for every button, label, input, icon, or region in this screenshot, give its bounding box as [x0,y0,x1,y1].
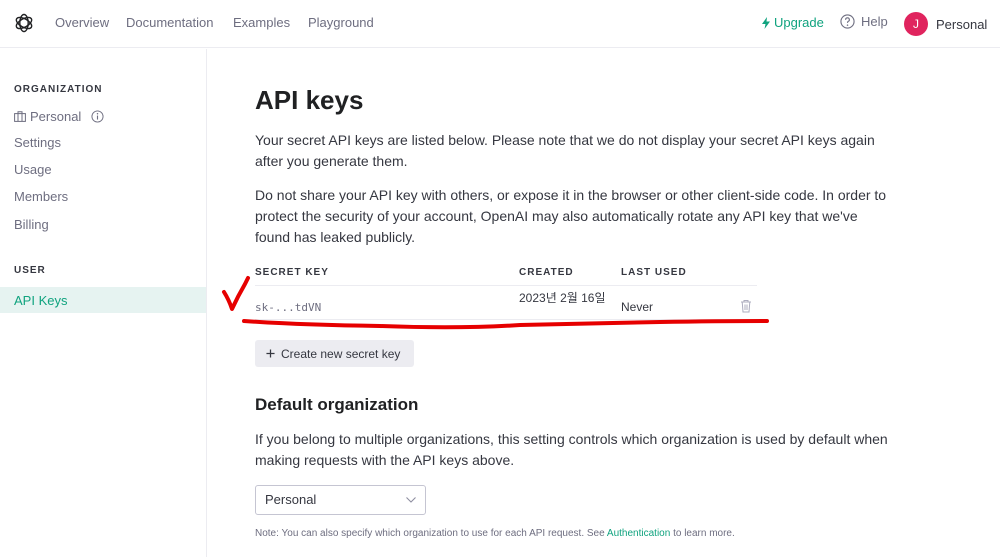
account-label: Personal [936,16,988,32]
nav-playground[interactable]: Playground [308,15,374,30]
sidebar-heading-organization: ORGANIZATION [14,84,103,95]
create-button-label: Create new secret key [281,346,401,361]
nav-overview[interactable]: Overview [55,15,109,30]
default-org-title: Default organization [255,395,419,414]
organization-select-value: Personal [265,492,317,507]
account-menu[interactable]: J Personal [904,12,987,36]
lightning-icon [762,16,770,29]
created-date: 2023년 2월 16일 [519,291,606,305]
info-icon[interactable] [91,110,104,123]
chevron-down-icon [406,497,416,503]
organization-select[interactable]: Personal [255,485,426,515]
help-link[interactable]: Help [840,14,888,29]
note-suffix: to learn more. [673,528,735,539]
default-org-description: If you belong to multiple organizations,… [255,431,888,468]
upgrade-label: Upgrade [774,15,824,30]
help-circle-icon [840,14,855,29]
sidebar-item-usage[interactable]: Usage [14,162,52,177]
column-header-created: CREATED [519,267,574,278]
trash-icon[interactable] [740,299,752,313]
column-header-last-used: LAST USED [621,267,687,278]
note-prefix: Note: You can also specify which organiz… [255,528,605,539]
main-content: API keys Your secret API keys are listed… [207,49,1000,557]
footnote: Note: You can also specify which organiz… [255,528,735,539]
sidebar-item-members[interactable]: Members [14,189,68,204]
plus-icon [266,349,275,358]
sidebar-item-settings[interactable]: Settings [14,135,61,150]
sidebar-heading-user: USER [14,265,46,276]
nav-documentation[interactable]: Documentation [126,15,213,30]
table-divider [255,285,757,286]
table-row-divider [255,319,757,320]
last-used-value: Never [621,300,654,314]
secret-key-value: sk-...tdVN [255,301,322,314]
sidebar: ORGANIZATION Personal Settings Usage Mem… [0,49,207,557]
nav-examples[interactable]: Examples [233,15,290,30]
sidebar-item-label: Personal [30,109,82,124]
warning-text: Do not share your API key with others, o… [255,187,887,245]
sidebar-item-api-keys[interactable]: API Keys [0,287,206,313]
page-title: API keys [255,85,364,115]
upgrade-link[interactable]: Upgrade [761,15,824,30]
create-secret-key-button[interactable]: Create new secret key [255,340,414,367]
intro-text: Your secret API keys are listed below. P… [255,132,875,169]
column-header-secret-key: SECRET KEY [255,267,329,278]
avatar: J [904,12,928,36]
top-nav: Overview Documentation Examples Playgrou… [0,0,1000,48]
sidebar-item-personal[interactable]: Personal [14,109,104,124]
authentication-link[interactable]: Authentication [607,528,670,539]
openai-logo-icon[interactable] [12,11,36,35]
briefcase-icon [14,111,26,122]
help-label: Help [861,14,888,29]
sidebar-item-billing[interactable]: Billing [14,217,49,232]
